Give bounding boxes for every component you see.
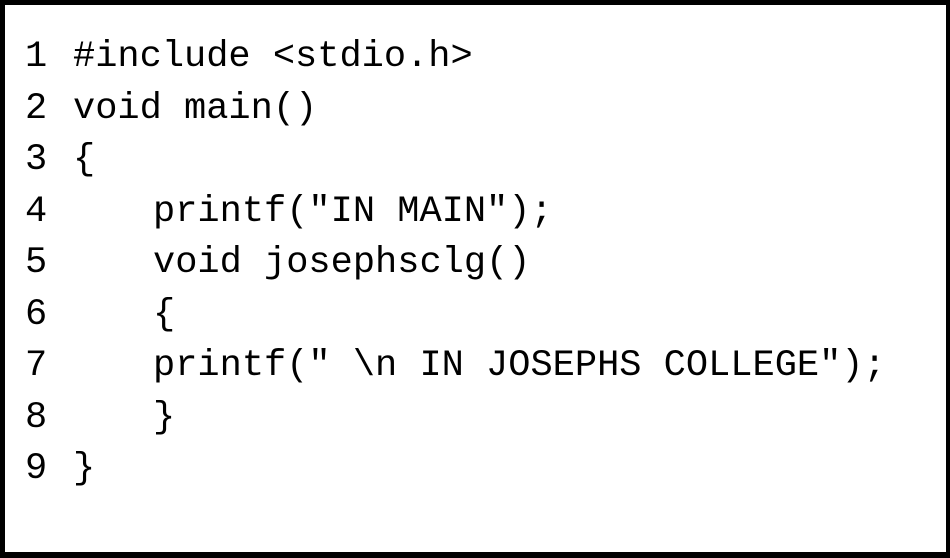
code-text: { bbox=[153, 293, 176, 336]
code-line-7: 7 printf(" \n IN JOSEPHS COLLEGE"); bbox=[25, 341, 886, 393]
line-number: 6 bbox=[25, 293, 48, 336]
line-number: 4 bbox=[25, 190, 48, 233]
code-line-1: 1 #include <stdio.h> bbox=[25, 32, 886, 84]
line-number: 7 bbox=[25, 345, 48, 387]
line-number: 2 bbox=[25, 87, 48, 130]
code-line-9: 9 } bbox=[25, 444, 886, 496]
code-text: printf("IN MAIN"); bbox=[153, 190, 553, 233]
code-text: } bbox=[73, 448, 96, 490]
code-text: printf(" \n IN JOSEPHS COLLEGE"); bbox=[153, 345, 886, 387]
line-number: 8 bbox=[25, 396, 48, 439]
code-listing-frame: 1 #include <stdio.h> 2 void main() 3 { 4… bbox=[0, 0, 950, 558]
code-text: #include <stdio.h> bbox=[73, 36, 473, 78]
code-line-2: 2 void main() bbox=[25, 84, 886, 136]
code-line-4: 4 printf("IN MAIN"); bbox=[25, 187, 886, 239]
code-text: { bbox=[73, 139, 96, 181]
code-text: } bbox=[153, 396, 176, 439]
line-number: 1 bbox=[25, 36, 48, 78]
code-line-3: 3 { bbox=[25, 135, 886, 187]
line-number: 9 bbox=[25, 448, 48, 490]
code-listing: 1 #include <stdio.h> 2 void main() 3 { 4… bbox=[25, 32, 886, 496]
code-line-6: 6 { bbox=[25, 290, 886, 342]
code-line-5: 5 void josephsclg() bbox=[25, 238, 886, 290]
code-line-8: 8 } bbox=[25, 393, 886, 445]
code-text: void main() bbox=[73, 87, 318, 130]
line-number: 3 bbox=[25, 139, 48, 181]
code-text: void josephsclg() bbox=[153, 242, 531, 284]
line-number: 5 bbox=[25, 242, 48, 284]
